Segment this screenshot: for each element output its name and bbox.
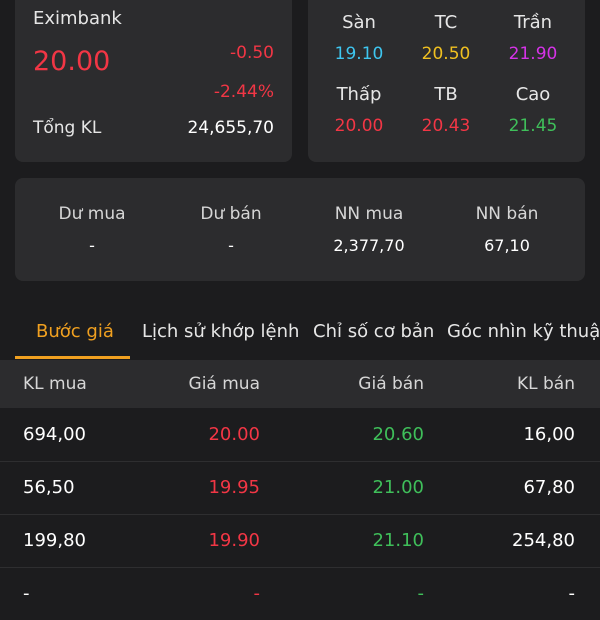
high-value: 21.45 (508, 116, 558, 136)
quote-card: Eximbank 20.00 -0.50 -2.44% Tổng KL 24,6… (15, 0, 292, 162)
tab-price-steps[interactable]: Bước giá (36, 321, 114, 342)
total-volume-value: 24,655,70 (187, 118, 274, 138)
current-price: 20.00 (33, 46, 111, 77)
price-change-percent: -2.44% (213, 82, 274, 102)
sell-volume-cell: - (568, 583, 576, 604)
tab-fundamentals[interactable]: Chỉ số cơ bản (313, 321, 434, 342)
table-row: - - - - (0, 568, 600, 620)
order-flow-card: Dư mua - Dư bán - NN mua 2,377,70 NN bán… (15, 178, 585, 281)
sell-volume-cell: 16,00 (523, 424, 575, 445)
total-volume-label: Tổng KL (33, 118, 102, 138)
header-sell-volume: KL bán (516, 374, 575, 394)
residual-sell-value: - (228, 236, 234, 255)
sell-volume-cell: 67,80 (523, 477, 575, 498)
header-sell-price: Giá bán (358, 374, 424, 394)
foreign-sell-label: NN bán (475, 204, 539, 224)
buy-volume-cell: 56,50 (23, 477, 75, 498)
average-value: 20.43 (421, 116, 471, 136)
average-label: TB (434, 84, 458, 105)
sell-price-cell: 21.10 (372, 530, 424, 551)
residual-buy-value: - (89, 236, 95, 255)
ceiling-label: Trần (513, 12, 553, 33)
buy-price-cell: 19.95 (208, 477, 260, 498)
residual-buy-label: Dư mua (58, 204, 126, 224)
low-label: Thấp (336, 84, 382, 105)
foreign-buy-label: NN mua (334, 204, 404, 224)
header-buy-price: Giá mua (188, 374, 260, 394)
sell-price-cell: 20.60 (372, 424, 424, 445)
residual-sell-label: Dư bán (200, 204, 262, 224)
floor-label: Sàn (342, 12, 376, 33)
order-book-header: KL mua Giá mua Giá bán KL bán (0, 360, 600, 408)
price-change: -0.50 (230, 43, 274, 63)
high-label: Cao (515, 84, 551, 105)
buy-volume-cell: - (23, 583, 30, 604)
floor-value: 19.10 (334, 44, 384, 64)
foreign-sell-value: 67,10 (484, 236, 530, 255)
buy-price-cell: - (253, 583, 261, 604)
buy-price-cell: 19.90 (208, 530, 260, 551)
buy-volume-cell: 199,80 (23, 530, 86, 551)
foreign-buy-value: 2,377,70 (333, 236, 405, 255)
tab-bar: Bước giá Lịch sử khớp lệnh Chỉ số cơ bản… (0, 302, 600, 361)
buy-volume-cell: 694,00 (23, 424, 86, 445)
sell-price-cell: 21.00 (372, 477, 424, 498)
table-row: 694,00 20.00 20.60 16,00 (0, 409, 600, 462)
buy-price-cell: 20.00 (208, 424, 260, 445)
reference-label: TC (434, 12, 458, 33)
stock-name: Eximbank (33, 8, 122, 29)
active-tab-indicator (15, 356, 130, 359)
ceiling-value: 21.90 (508, 44, 558, 64)
sell-volume-cell: 254,80 (512, 530, 575, 551)
tab-match-history[interactable]: Lịch sử khớp lệnh (142, 321, 299, 342)
low-value: 20.00 (334, 116, 384, 136)
tab-technical-view[interactable]: Góc nhìn kỹ thuậ (447, 321, 600, 342)
table-row: 56,50 19.95 21.00 67,80 (0, 462, 600, 515)
reference-value: 20.50 (421, 44, 471, 64)
header-buy-volume: KL mua (23, 374, 87, 394)
price-range-card: Sàn 19.10 TC 20.50 Trần 21.90 Thấp 20.00… (308, 0, 585, 162)
sell-price-cell: - (417, 583, 425, 604)
table-row: 199,80 19.90 21.10 254,80 (0, 515, 600, 568)
